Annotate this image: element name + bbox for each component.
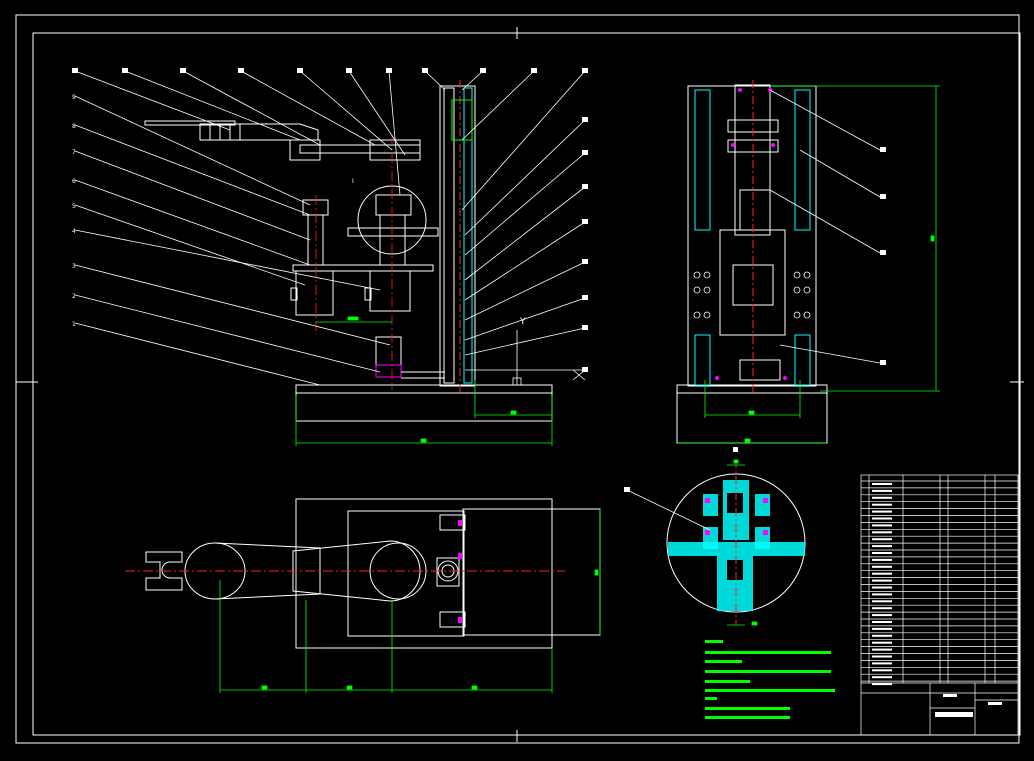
balloon-3: 3: [72, 263, 76, 270]
base-plate: [295, 384, 553, 394]
bom-row-text: [872, 517, 892, 520]
cad-drawing-canvas: 9 8 7 6 5 4 3 2 1 I Y: [0, 0, 1034, 757]
balloon-7: 7: [72, 149, 76, 156]
balloon-5: 5: [72, 203, 76, 210]
bom-row-text: [872, 669, 892, 672]
bom-row-text: [872, 662, 892, 665]
bom-row-text: [872, 538, 892, 541]
bom-row-text: [872, 607, 892, 610]
bom-row-text: [872, 655, 892, 658]
bom-row-text: [872, 586, 892, 589]
bom-row-text: [872, 676, 892, 679]
bom-row-text: [872, 531, 892, 534]
balloon-1: 1: [72, 321, 76, 328]
title-block: [860, 474, 1019, 736]
view-letter: Y: [519, 317, 526, 327]
balloon-9: 9: [72, 94, 76, 101]
technical-notes: [705, 640, 835, 719]
bom-row-text: [872, 614, 892, 617]
bom-row-text: [872, 545, 892, 548]
bom-row-text: [872, 503, 892, 506]
bom-row-text: [872, 621, 892, 623]
vertical-column: [439, 80, 476, 395]
lower-motor: [375, 336, 402, 378]
balloon-2: 2: [72, 293, 76, 300]
bom-row-text: [872, 634, 892, 637]
bom-row-text: [872, 565, 892, 568]
top-view: [125, 498, 601, 693]
front-dimensions: [295, 316, 553, 446]
balloons-top: [72, 68, 588, 372]
bom-row-text: [872, 600, 892, 603]
bom-row-text: [872, 496, 892, 499]
side-view: [676, 80, 940, 444]
bom-row-text: [872, 552, 892, 554]
leader-lines: [74, 70, 586, 386]
motor-right: [364, 270, 411, 312]
bom-row-text: [872, 641, 892, 644]
detail-label: I: [352, 178, 354, 185]
upper-arm: [144, 120, 421, 161]
title-block-fills: [935, 694, 1002, 717]
bom-row-text: [872, 572, 892, 575]
bom-row-text: [872, 483, 892, 485]
wrist-joint: [292, 185, 439, 272]
bom-row-text: [872, 579, 892, 582]
bom-row-text: [872, 558, 892, 561]
motor-left: [290, 270, 334, 316]
bom-row-text: [872, 524, 892, 527]
bom-row-text: [872, 593, 892, 596]
base-block: [295, 392, 553, 422]
front-view: 9 8 7 6 5 4 3 2 1 I Y: [72, 68, 588, 446]
detail-view-I: [624, 447, 806, 626]
bom-row-text: [872, 627, 892, 630]
bom-row-text: [872, 683, 892, 686]
bom-row-text: [872, 489, 892, 492]
drawing-frame: [15, 14, 1024, 744]
bom-row-text: [872, 510, 892, 513]
balloon-6: 6: [72, 178, 76, 185]
balloon-8: 8: [72, 123, 76, 130]
balloon-4: 4: [72, 228, 76, 235]
bom-row-text: [872, 648, 892, 651]
